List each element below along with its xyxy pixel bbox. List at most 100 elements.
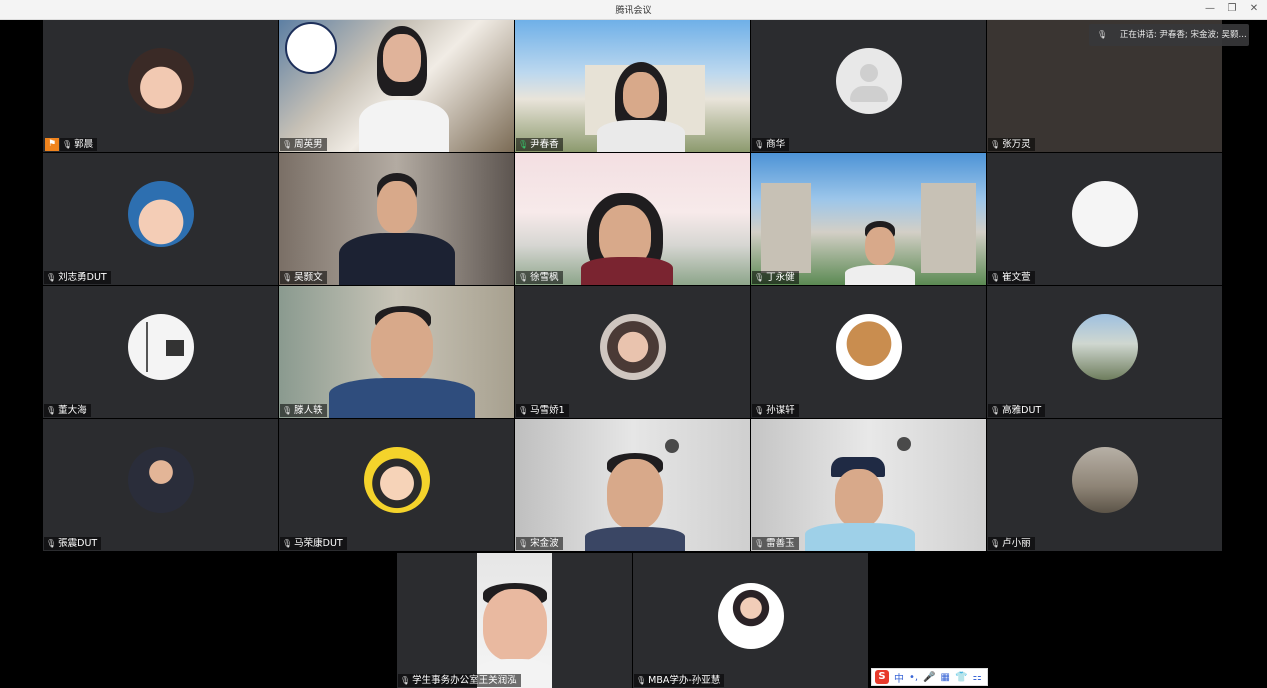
participant-tile[interactable]: 🎙 滕人轶: [279, 286, 514, 418]
host-icon: ⚑: [45, 138, 59, 151]
video-feed: [279, 20, 514, 152]
participant-name: 徐雪枫: [530, 272, 559, 283]
ime-language-toggle[interactable]: 中: [894, 670, 904, 685]
mic-icon: 🎙: [518, 539, 529, 548]
teddy-bear-avatar: [835, 314, 902, 380]
keyboard-icon[interactable]: ▦: [941, 672, 950, 683]
participant-tile[interactable]: 🎙 徐雪枫: [515, 153, 750, 285]
participant-name-tag: 🎙 MBA学办-孙亚慧: [634, 674, 725, 687]
participant-name: 張震DUT: [58, 538, 98, 549]
participant-name: 周英男: [294, 139, 323, 150]
participant-tile[interactable]: 🎙 董大海: [43, 286, 278, 418]
participant-tile[interactable]: 🎙 崔文萱: [987, 153, 1222, 285]
video-feed: [477, 553, 552, 688]
mic-icon: 🎙: [636, 676, 647, 685]
video-feed: [515, 419, 750, 551]
participant-name-tag: 🎙 马雪娇1: [516, 404, 569, 417]
video-gallery: ⚑ 🎙 郭晨 🎙 周英男 🎙 尹春香 🎙 商华 🎙 张万灵 🎙 刘志勇DUT 🎙…: [0, 20, 1267, 688]
mic-icon: 🎙: [754, 539, 765, 548]
participant-name-tag: 🎙 学生事务办公室王关润泓: [398, 674, 521, 687]
mic-icon: 🎙: [282, 140, 293, 149]
participant-tile[interactable]: 🎙 商华: [751, 20, 986, 152]
participant-tile[interactable]: 🎙 宋金波: [515, 419, 750, 551]
mic-icon: 🎙: [1097, 30, 1108, 39]
participant-name-tag: 🎙 宋金波: [516, 537, 563, 550]
participant-name-tag: 🎙 周英男: [280, 138, 327, 151]
minimize-button[interactable]: —: [1205, 2, 1215, 16]
avatar: [127, 314, 194, 380]
participant-tile[interactable]: 🎙 周英男: [279, 20, 514, 152]
window-title: 腾讯会议: [615, 6, 652, 16]
participant-tile[interactable]: 🎙 吴颢文: [279, 153, 514, 285]
avatar: [599, 314, 666, 380]
participant-name: 高雅DUT: [1002, 405, 1042, 416]
cartoon-avatar: [363, 447, 430, 513]
participant-tile[interactable]: 🎙 马荣康DUT: [279, 419, 514, 551]
avatar: [1071, 314, 1138, 380]
mic-icon: 🎙: [990, 406, 1001, 415]
participant-name: 刘志勇DUT: [58, 272, 107, 283]
mic-icon: 🎙: [46, 406, 57, 415]
punctuation-icon[interactable]: •,: [909, 672, 918, 683]
participant-tile[interactable]: 🎙 丁永健: [751, 153, 986, 285]
participant-name: 尹春香: [530, 139, 559, 150]
video-feed: [751, 419, 986, 551]
participant-name-tag: 🎙 刘志勇DUT: [44, 271, 111, 284]
participant-name: 雷善玉: [766, 538, 795, 549]
mic-icon: 🎙: [754, 406, 765, 415]
participant-tile[interactable]: 🎙 马雪娇1: [515, 286, 750, 418]
participant-name: 董大海: [58, 405, 87, 416]
participant-name-tag: 🎙 尹春香: [516, 138, 563, 151]
participant-name: 吴颢文: [294, 272, 323, 283]
video-feed: [751, 153, 986, 285]
avatar: [1071, 181, 1138, 247]
participant-name: 滕人轶: [294, 405, 323, 416]
close-button[interactable]: ✕: [1249, 2, 1259, 16]
participant-name-tag: 🎙 孙谋轩: [752, 404, 799, 417]
participant-tile[interactable]: 🎙 雷善玉: [751, 419, 986, 551]
participant-name: 崔文萱: [1002, 272, 1031, 283]
toolbox-icon[interactable]: ⚏: [972, 672, 981, 683]
mic-icon: 🎙: [754, 140, 765, 149]
sogou-logo-icon[interactable]: S: [875, 670, 889, 684]
participant-name: 孙谋轩: [766, 405, 795, 416]
participant-name: 丁永健: [766, 272, 795, 283]
avatar: [127, 447, 194, 513]
mic-icon: 🎙: [46, 539, 57, 548]
participant-name-tag: 🎙 丁永健: [752, 271, 799, 284]
voice-input-icon[interactable]: 🎤: [923, 672, 935, 683]
mic-icon: 🎙: [400, 676, 411, 685]
participant-tile[interactable]: 🎙 刘志勇DUT: [43, 153, 278, 285]
participant-tile[interactable]: ⚑ 🎙 郭晨: [43, 20, 278, 152]
restore-button[interactable]: ❐: [1227, 2, 1237, 16]
university-logo: [285, 22, 337, 74]
mic-icon: 🎙: [990, 140, 1001, 149]
default-avatar-icon: [835, 48, 902, 114]
mic-icon: 🎙: [518, 406, 529, 415]
participant-tile[interactable]: 🎙 高雅DUT: [987, 286, 1222, 418]
participant-name-tag: 🎙 高雅DUT: [988, 404, 1046, 417]
participant-name-tag: 🎙 徐雪枫: [516, 271, 563, 284]
skin-icon[interactable]: 👕: [955, 672, 967, 683]
participant-name-tag: 🎙 雷善玉: [752, 537, 799, 550]
mic-icon: 🎙: [990, 539, 1001, 548]
mic-icon: 🎙: [282, 273, 293, 282]
pendant-lamp: [897, 437, 911, 451]
participant-name-tag: 🎙 卢小丽: [988, 537, 1035, 550]
ime-toolbar: S 中 •, 🎤 ▦ 👕 ⚏: [871, 668, 988, 686]
participant-name-tag: 🎙 崔文萱: [988, 271, 1035, 284]
participant-tile[interactable]: 🎙 学生事务办公室王关润泓: [397, 553, 632, 688]
mic-icon: 🎙: [282, 539, 293, 548]
participant-name-tag: 🎙 马荣康DUT: [280, 537, 347, 550]
avatar: [717, 582, 784, 649]
participant-tile[interactable]: 🎙 尹春香: [515, 20, 750, 152]
participant-tile[interactable]: 🎙 MBA学办-孙亚慧: [633, 553, 868, 688]
participant-tile[interactable]: 🎙 卢小丽: [987, 419, 1222, 551]
participant-tile[interactable]: 🎙 張震DUT: [43, 419, 278, 551]
avatar: [127, 181, 194, 247]
video-feed: [515, 20, 750, 152]
participant-tile[interactable]: 🎙 孙谋轩: [751, 286, 986, 418]
participant-name: 张万灵: [1002, 139, 1031, 150]
participant-name-tag: 🎙 張震DUT: [44, 537, 102, 550]
mic-icon: 🎙: [518, 140, 529, 149]
